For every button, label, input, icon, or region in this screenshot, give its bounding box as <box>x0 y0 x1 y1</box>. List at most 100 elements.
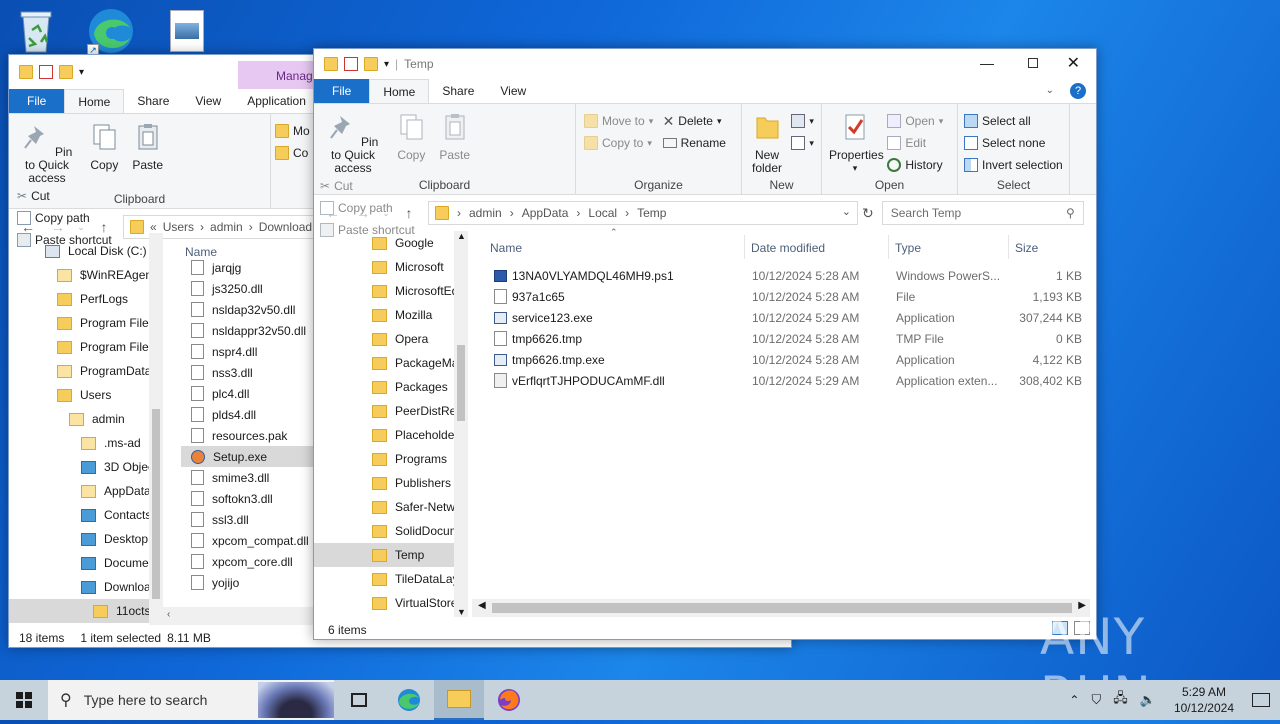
file-row[interactable]: xpcom_compat.dll <box>181 530 313 551</box>
properties-button[interactable]: Properties ▾ <box>829 110 884 175</box>
copy-to-button[interactable]: Co <box>275 142 317 164</box>
tab-home[interactable]: Home <box>64 89 125 113</box>
tab-share[interactable]: Share <box>429 79 487 103</box>
select-all-button[interactable]: Select all <box>964 110 1065 132</box>
nav-item[interactable]: TileDataLayer <box>314 567 468 591</box>
nav-scrollbar-thumb[interactable] <box>457 345 465 421</box>
horizontal-scrollbar-thumb[interactable] <box>492 603 1072 613</box>
history-button[interactable]: History <box>887 154 943 176</box>
scroll-left-icon[interactable]: ◀ <box>478 600 486 611</box>
paste-button[interactable]: Paste <box>131 120 165 172</box>
start-button[interactable] <box>0 680 48 720</box>
nav-item[interactable]: MicrosoftEdge <box>314 279 468 303</box>
breadcrumb-downloads[interactable]: Download <box>259 220 312 234</box>
recycle-bin-icon[interactable] <box>14 8 58 54</box>
scroll-left-icon[interactable]: ‹ <box>167 609 170 620</box>
nav-item[interactable]: .ms-ad <box>9 431 163 455</box>
move-to-button[interactable]: Move to ▾ <box>584 110 653 132</box>
nav-scrollbar[interactable]: ▲ ▼ <box>454 231 468 617</box>
open-button[interactable]: Open ▾ <box>887 110 943 132</box>
nav-item[interactable]: Packages <box>314 375 468 399</box>
defender-icon[interactable]: ⛉ <box>1091 692 1101 708</box>
nav-scrollbar[interactable] <box>149 233 163 625</box>
nav-item[interactable]: Documents <box>9 551 163 575</box>
file-row[interactable]: nsldappr32v50.dll <box>181 320 313 341</box>
new-folder-button[interactable]: New folder <box>749 110 785 175</box>
column-header-size[interactable]: Size <box>1015 241 1038 255</box>
nav-item[interactable]: 11octsdf <box>9 599 163 623</box>
pin-quick-access-button[interactable]: Pin to Quick access <box>16 120 78 185</box>
file-explorer-taskbar-button[interactable] <box>434 680 484 720</box>
paste-button[interactable]: Paste <box>438 110 472 162</box>
file-row[interactable]: service123.exe 10/12/2024 5:29 AM Applicat… <box>484 307 1090 328</box>
nav-item[interactable]: Mozilla <box>314 303 468 327</box>
nav-item[interactable]: AppData <box>9 479 163 503</box>
nav-item[interactable]: Google <box>314 231 468 255</box>
nav-item[interactable]: SolidDocuments <box>314 519 468 543</box>
tray-chevron-up-icon[interactable]: ⌃ <box>1069 693 1079 707</box>
copy-to-button[interactable]: Copy to ▾ <box>584 132 653 154</box>
column-header-name[interactable]: Name <box>490 241 522 255</box>
nav-item[interactable]: Users <box>9 383 163 407</box>
file-row[interactable]: vErflqrtTJHPODUCAmMF.dll 10/12/2024 5:29 … <box>484 370 1090 391</box>
maximize-icon[interactable] <box>1028 58 1038 68</box>
overflow-chevron-icon[interactable]: « <box>150 220 157 234</box>
clock[interactable]: 5:29 AM 10/12/2024 <box>1174 684 1234 716</box>
file-row[interactable]: nspr4.dll <box>181 341 313 362</box>
nav-item[interactable]: Placeholder <box>314 423 468 447</box>
copy-button[interactable]: Copy <box>394 110 428 162</box>
chevron-down-icon[interactable]: ▾ <box>79 67 84 78</box>
breadcrumb-admin[interactable]: admin <box>210 220 243 234</box>
file-row[interactable]: plds4.dll <box>181 404 313 425</box>
file-row[interactable]: jarqjg <box>181 257 313 278</box>
new-folder-icon[interactable] <box>364 57 378 71</box>
image-file-desktop-icon[interactable] <box>170 10 204 52</box>
file-row[interactable]: js3250.dll <box>181 278 313 299</box>
tab-share[interactable]: Share <box>124 89 182 113</box>
chevron-down-icon[interactable]: ▾ <box>384 59 389 70</box>
file-row[interactable]: tmp6626.tmp.exe 10/12/2024 5:28 AM Applica… <box>484 349 1090 370</box>
help-icon[interactable]: ? <box>1070 83 1086 99</box>
nav-item[interactable]: Microsoft <box>314 255 468 279</box>
nav-item[interactable]: Temp <box>314 543 468 567</box>
nav-item[interactable]: Safer-Networking <box>314 495 468 519</box>
easy-access-button[interactable]: ▾ <box>791 132 814 154</box>
delete-button[interactable]: ✕ Delete ▾ <box>663 110 726 132</box>
breadcrumb-local[interactable]: Local <box>588 206 617 220</box>
file-row[interactable]: 13NA0VLYAMDQL46MH9.ps1 10/12/2024 5:28 AM… <box>484 265 1090 286</box>
column-header-date[interactable]: Date modified <box>751 241 825 255</box>
nav-item[interactable]: 3D Objects <box>9 455 163 479</box>
nav-item[interactable]: PerfLogs <box>9 287 163 311</box>
address-box[interactable]: › admin › AppData › Local › Temp ⌄ <box>428 201 858 225</box>
column-header-type[interactable]: Type <box>895 241 921 255</box>
tab-view[interactable]: View <box>182 89 234 113</box>
nav-item[interactable]: Downloads <box>9 575 163 599</box>
nav-item[interactable]: PackageManagement <box>314 351 468 375</box>
tab-view[interactable]: View <box>487 79 539 103</box>
edge-desktop-icon[interactable]: ↗ <box>86 6 136 56</box>
copy-path-button[interactable]: Copy path <box>17 207 112 229</box>
horizontal-scrollbar[interactable]: ‹ <box>163 607 313 625</box>
file-row[interactable]: xpcom_core.dll <box>181 551 313 572</box>
tab-file[interactable]: File <box>314 79 370 103</box>
file-row[interactable]: smime3.dll <box>181 467 313 488</box>
firefox-taskbar-button[interactable] <box>484 680 534 720</box>
file-row[interactable]: nss3.dll <box>181 362 313 383</box>
properties-icon[interactable] <box>344 57 358 71</box>
collapse-ribbon-icon[interactable]: ⌄ <box>1046 85 1054 96</box>
horizontal-scrollbar[interactable]: ◀ ▶ <box>472 599 1090 617</box>
nav-item[interactable]: Opera <box>314 327 468 351</box>
breadcrumb-users[interactable]: Users <box>163 220 194 234</box>
new-item-button[interactable]: ▾ <box>791 110 814 132</box>
pin-quick-access-button[interactable]: Pin to Quick access <box>321 110 385 175</box>
nav-scrollbar-thumb[interactable] <box>152 409 160 599</box>
move-to-button[interactable]: Mo <box>275 120 317 142</box>
nav-item[interactable]: ProgramData <box>9 359 163 383</box>
file-row[interactable]: ssl3.dll <box>181 509 313 530</box>
properties-icon[interactable] <box>39 65 53 79</box>
invert-selection-button[interactable]: Invert selection <box>964 154 1065 176</box>
file-row[interactable]: resources.pak <box>181 425 313 446</box>
taskbar-search-box[interactable]: ⚲ Type here to search <box>48 680 334 720</box>
scroll-down-icon[interactable]: ▼ <box>457 607 466 617</box>
nav-item[interactable]: Programs <box>314 447 468 471</box>
